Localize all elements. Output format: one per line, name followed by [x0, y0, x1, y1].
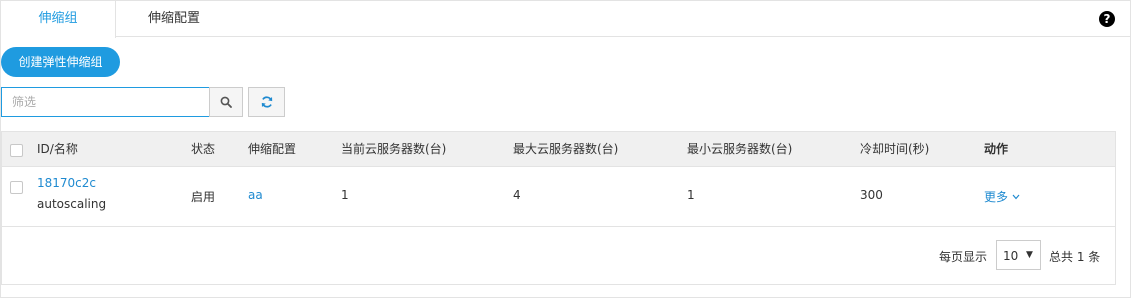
column-header-status: 状态	[191, 142, 216, 156]
refresh-button[interactable]	[248, 87, 285, 117]
column-header-config: 伸缩配置	[248, 142, 297, 156]
search-button[interactable]	[209, 87, 243, 117]
select-all-checkbox[interactable]	[10, 144, 23, 157]
column-header-cooldown: 冷却时间(秒)	[860, 142, 930, 156]
table-header: ID/名称 状态 伸缩配置 当前云服务器数(台) 最大云服务器数(台) 最小云服…	[2, 132, 1115, 167]
row-status: 启用	[191, 190, 216, 204]
row-id-link[interactable]: 18170c2c	[37, 176, 96, 190]
row-name: autoscaling	[37, 197, 107, 211]
column-header-max-servers: 最大云服务器数(台)	[513, 142, 619, 156]
total-count: 总共 1 条	[1049, 250, 1101, 264]
row-cooldown: 300	[860, 188, 883, 202]
row-max-servers: 4	[513, 188, 521, 202]
row-current-servers: 1	[341, 188, 349, 202]
question-circle-icon[interactable]: ?	[1099, 11, 1115, 27]
row-checkbox[interactable]	[10, 181, 23, 194]
row-config-link[interactable]: aa	[248, 188, 263, 202]
create-scaling-group-button[interactable]: 创建弹性伸缩组	[1, 47, 120, 77]
tab-scaling-config[interactable]: 伸缩配置	[116, 1, 232, 37]
refresh-icon	[261, 96, 272, 108]
column-header-action: 动作	[984, 142, 1009, 156]
column-header-current-servers: 当前云服务器数(台)	[341, 142, 447, 156]
row-min-servers: 1	[687, 188, 695, 202]
tab-bar: 伸缩组 伸缩配置	[1, 1, 1130, 38]
per-page-select[interactable]: 10 ▼	[996, 240, 1041, 270]
more-actions-label: 更多	[984, 190, 1009, 204]
per-page-value: 10	[1003, 249, 1019, 263]
more-actions-dropdown[interactable]: 更多	[984, 188, 1020, 205]
tab-scaling-group[interactable]: 伸缩组	[1, 1, 116, 38]
table-row: 18170c2c autoscaling 启用 aa 1 4 1 300 更多	[2, 167, 1115, 227]
search-icon	[220, 96, 232, 108]
caret-down-icon: ▼	[1026, 250, 1033, 260]
filter-input[interactable]	[1, 87, 210, 117]
per-page-label: 每页显示	[939, 250, 988, 264]
column-header-id-name: ID/名称	[37, 142, 78, 156]
chevron-down-icon	[1012, 194, 1020, 200]
column-header-min-servers: 最小云服务器数(台)	[687, 142, 793, 156]
